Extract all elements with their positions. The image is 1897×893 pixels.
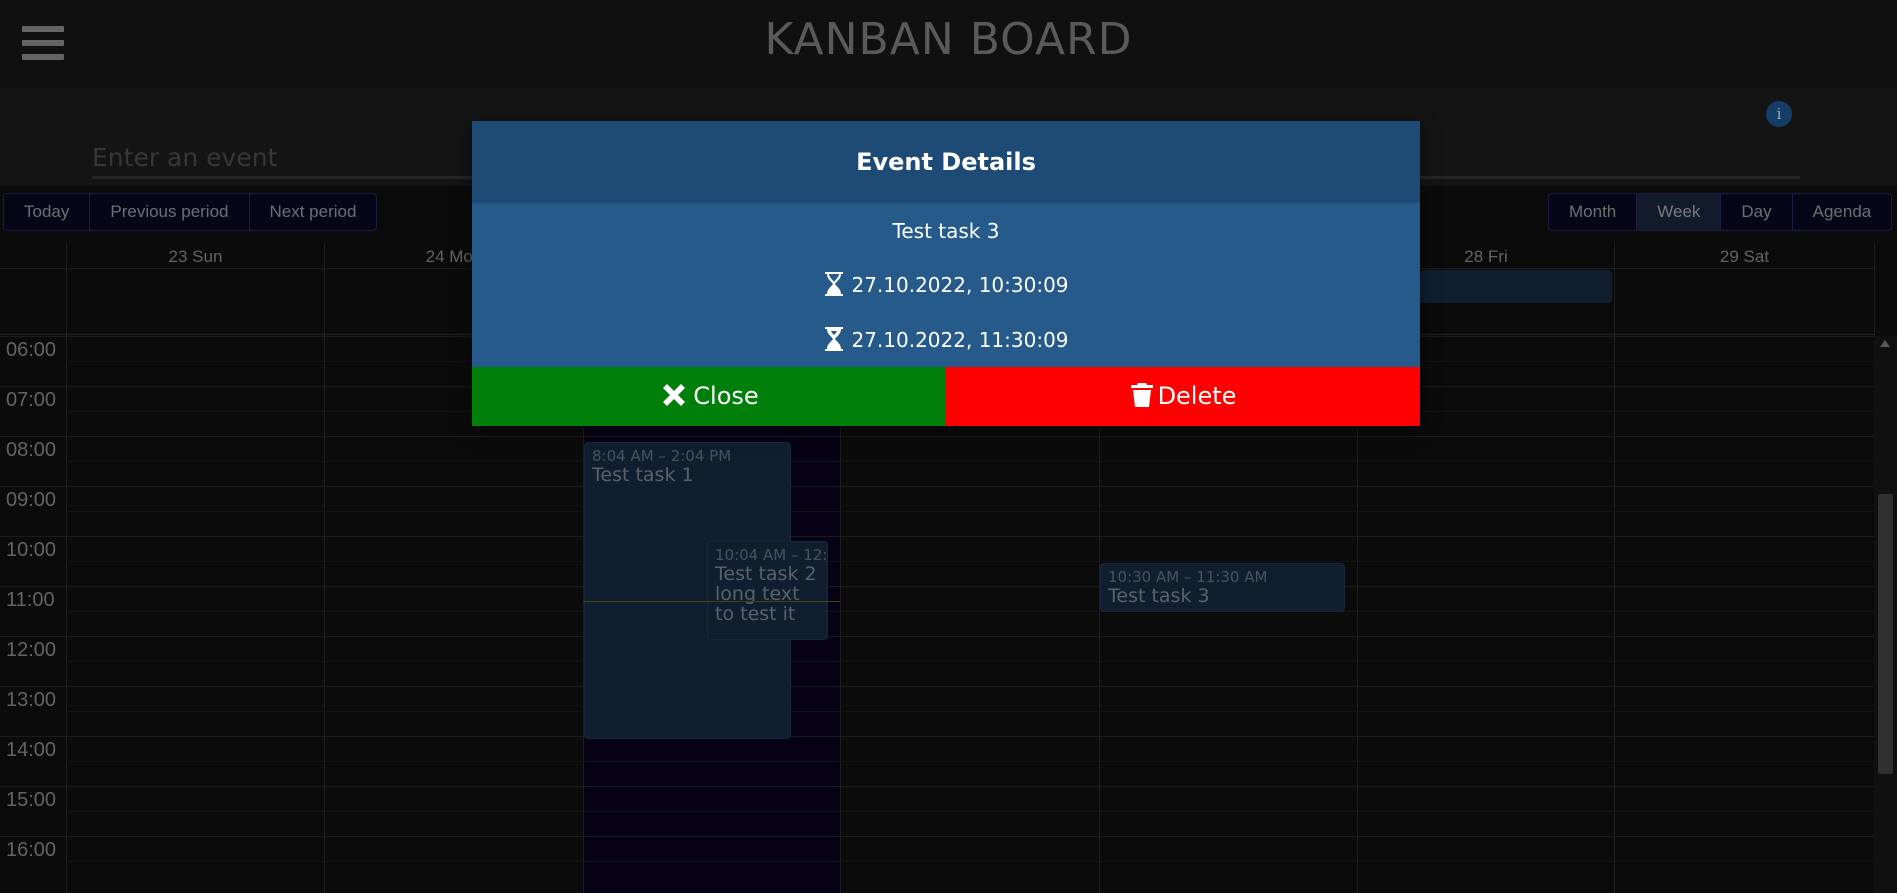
event-details-modal: Event Details Test task 3 27.10.2022, 10… xyxy=(472,121,1420,426)
delete-label: Delete xyxy=(1157,382,1237,410)
event-title: Test task 3 xyxy=(892,219,1000,243)
event-end-row: 27.10.2022, 11:30:09 xyxy=(472,326,1420,357)
x-icon xyxy=(663,384,686,406)
event-start: 27.10.2022, 10:30:09 xyxy=(851,273,1069,297)
event-start-row: 27.10.2022, 10:30:09 xyxy=(472,271,1420,302)
event-end: 27.10.2022, 11:30:09 xyxy=(851,328,1069,352)
trash-icon xyxy=(1130,383,1153,407)
close-button[interactable]: Close xyxy=(472,367,946,426)
hourglass-end-icon xyxy=(823,326,845,357)
delete-button[interactable]: Delete xyxy=(946,367,1420,426)
modal-header: Event Details xyxy=(472,121,1420,203)
hourglass-start-icon xyxy=(823,271,845,302)
close-label: Close xyxy=(693,382,759,410)
